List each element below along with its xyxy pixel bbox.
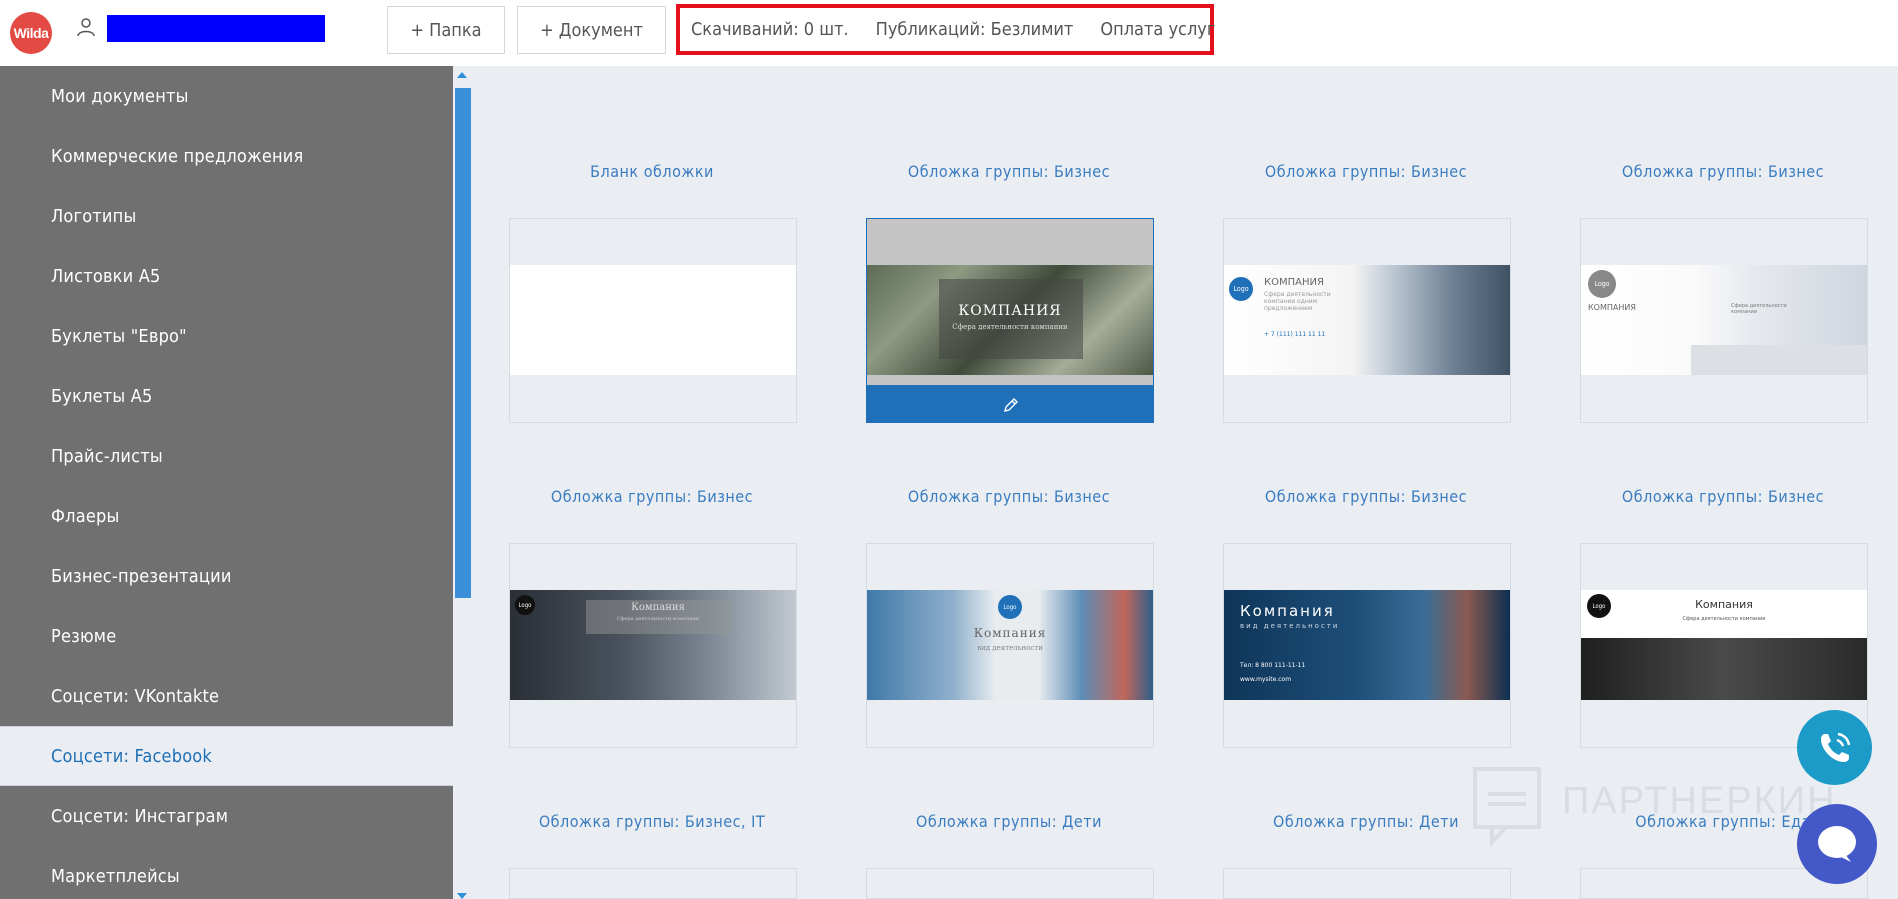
template-card[interactable] — [509, 868, 797, 899]
template-thumbnail: Logo Компания Сфера деятельности компани… — [1581, 590, 1867, 700]
thumb-caption: Компания — [1240, 602, 1335, 620]
sidebar-item-logos[interactable]: Логотипы — [0, 186, 453, 246]
chat-button[interactable] — [1797, 804, 1877, 884]
sidebar-scrollbar[interactable] — [453, 66, 473, 899]
template-title[interactable]: Обложка группы: Бизнес — [1221, 487, 1511, 506]
template-thumbnail — [510, 265, 796, 375]
template-title[interactable]: Обложка группы: Бизнес — [1578, 487, 1868, 506]
logo-badge: Logo — [1588, 270, 1616, 298]
template-thumbnail: Компания вид деятельности Тел: 8 800 111… — [1224, 590, 1510, 700]
template-title[interactable]: Обложка группы: Бизнес — [1221, 162, 1511, 181]
watermark-chat-icon — [1473, 767, 1541, 846]
template-thumbnail: Logo Компания Сфера деятельности компани… — [510, 590, 796, 700]
scroll-down-arrow-icon[interactable] — [457, 893, 467, 899]
sidebar-item-booklets-a5[interactable]: Буклеты А5 — [0, 366, 453, 426]
phone-icon — [1820, 732, 1850, 762]
template-card[interactable] — [866, 868, 1154, 899]
template-card[interactable]: Logo Компания вид деятельности — [866, 543, 1154, 748]
template-card[interactable] — [1223, 868, 1511, 899]
thumb-subcaption: вид деятельности — [1240, 622, 1340, 630]
sidebar-item-price-lists[interactable]: Прайс-листы — [0, 426, 453, 486]
sidebar-item-leaflets-a5[interactable]: Листовки А5 — [0, 246, 453, 306]
logo-badge: Logo — [515, 595, 535, 615]
thumb-phone: Тел: 8 800 111-11-11 — [1240, 662, 1306, 669]
thumb-subcaption: Сфера деятельности компании — [952, 323, 1068, 331]
thumb-subcaption: Сфера деятельности компании — [1731, 303, 1787, 315]
template-card[interactable]: Logo Компания Сфера деятельности компани… — [509, 543, 797, 748]
sidebar-item-business-presentations[interactable]: Бизнес-презентации — [0, 546, 453, 606]
template-card-selected[interactable]: КОМПАНИЯ Сфера деятельности компании — [866, 218, 1154, 423]
user-icon[interactable] — [76, 17, 96, 37]
chat-icon — [1818, 826, 1856, 862]
thumb-site: www.mysite.com — [1240, 676, 1292, 683]
template-card[interactable]: Компания вид деятельности Тел: 8 800 111… — [1223, 543, 1511, 748]
watermark: ПАРТНЕРКИН — [1472, 766, 1852, 846]
template-title[interactable]: Обложка группы: Бизнес — [507, 487, 797, 506]
sidebar-item-instagram[interactable]: Соцсети: Инстаграм — [0, 786, 453, 846]
downloads-count: Скачиваний: 0 шт. — [691, 19, 849, 40]
thumb-subcaption: Сфера деятельности компании — [616, 616, 700, 622]
thumb-caption: Компания — [631, 602, 685, 613]
add-document-button[interactable]: + Документ — [517, 6, 666, 54]
template-title[interactable]: Обложка группы: Бизнес — [864, 487, 1154, 506]
sidebar-item-commercial-offers[interactable]: Коммерческие предложения — [0, 126, 453, 186]
publications-count: Публикаций: Безлимит — [875, 19, 1074, 40]
template-title[interactable]: Обложка группы: Дети — [864, 812, 1154, 831]
template-thumbnail: КОМПАНИЯ Сфера деятельности компании — [867, 265, 1153, 375]
thumb-caption: КОМПАНИЯ — [958, 303, 1062, 319]
template-thumbnail: Logo КОМПАНИЯ Сфера деятельности компани… — [1224, 265, 1510, 375]
sidebar-item-vkontakte[interactable]: Соцсети: VKontakte — [0, 666, 453, 726]
thumb-caption: Компания — [973, 626, 1047, 640]
callback-button[interactable] — [1797, 710, 1872, 785]
sidebar-item-flyers[interactable]: Флаеры — [0, 486, 453, 546]
sidebar-item-my-documents[interactable]: Мои документы — [0, 66, 453, 126]
edit-template-button[interactable] — [867, 385, 1153, 422]
user-name-redacted[interactable] — [107, 15, 325, 42]
logo-badge: Logo — [1229, 277, 1253, 301]
thumb-subcaption: вид деятельности — [977, 644, 1043, 652]
top-header: Wilda + Папка + Документ Скачиваний: 0 ш… — [0, 0, 1898, 66]
template-title[interactable]: Обложка группы: Дети — [1221, 812, 1511, 831]
payment-link[interactable]: Оплата услуг — [1100, 19, 1215, 40]
watermark-text: ПАРТНЕРКИН — [1562, 780, 1837, 822]
thumb-phone: + 7 (111) 111 11 11 — [1264, 331, 1326, 338]
thumb-caption: Компания — [1695, 598, 1753, 611]
template-title[interactable]: Обложка группы: Бизнес — [864, 162, 1154, 181]
sidebar-item-marketplaces[interactable]: Маркетплейсы — [0, 846, 453, 899]
sidebar-item-booklets-euro[interactable]: Буклеты "Евро" — [0, 306, 453, 366]
template-thumbnail: Logo КОМПАНИЯ Сфера деятельности компани… — [1581, 265, 1867, 375]
scrollbar-thumb[interactable] — [455, 88, 471, 598]
category-sidebar: Мои документы Коммерческие предложения Л… — [0, 66, 453, 899]
account-info-box: Скачиваний: 0 шт. Публикаций: Безлимит О… — [676, 4, 1215, 55]
sidebar-item-resume[interactable]: Резюме — [0, 606, 453, 666]
template-title[interactable]: Обложка группы: Бизнес — [1578, 162, 1868, 181]
sidebar-item-facebook[interactable]: Соцсети: Facebook — [0, 726, 453, 786]
template-card[interactable] — [509, 218, 797, 423]
template-title[interactable]: Бланк обложки — [507, 162, 797, 181]
wilda-logo[interactable]: Wilda — [10, 12, 52, 54]
pencil-icon — [1004, 397, 1018, 412]
thumb-caption: КОМПАНИЯ — [1588, 303, 1636, 312]
thumb-subcaption: Сфера деятельности компании одним предло… — [1264, 291, 1331, 312]
thumb-caption: КОМПАНИЯ — [1264, 277, 1324, 288]
logo-badge: Logo — [998, 595, 1022, 619]
thumb-subcaption: Сфера деятельности компании — [1682, 616, 1766, 622]
add-folder-button[interactable]: + Папка — [387, 6, 505, 54]
template-card[interactable]: Logo КОМПАНИЯ Сфера деятельности компани… — [1223, 218, 1511, 423]
template-thumbnail: Logo Компания вид деятельности — [867, 590, 1153, 700]
template-card[interactable]: Logo КОМПАНИЯ Сфера деятельности компани… — [1580, 218, 1868, 423]
scroll-up-arrow-icon[interactable] — [457, 72, 467, 78]
template-title[interactable]: Обложка группы: Бизнес, IT — [507, 812, 797, 831]
